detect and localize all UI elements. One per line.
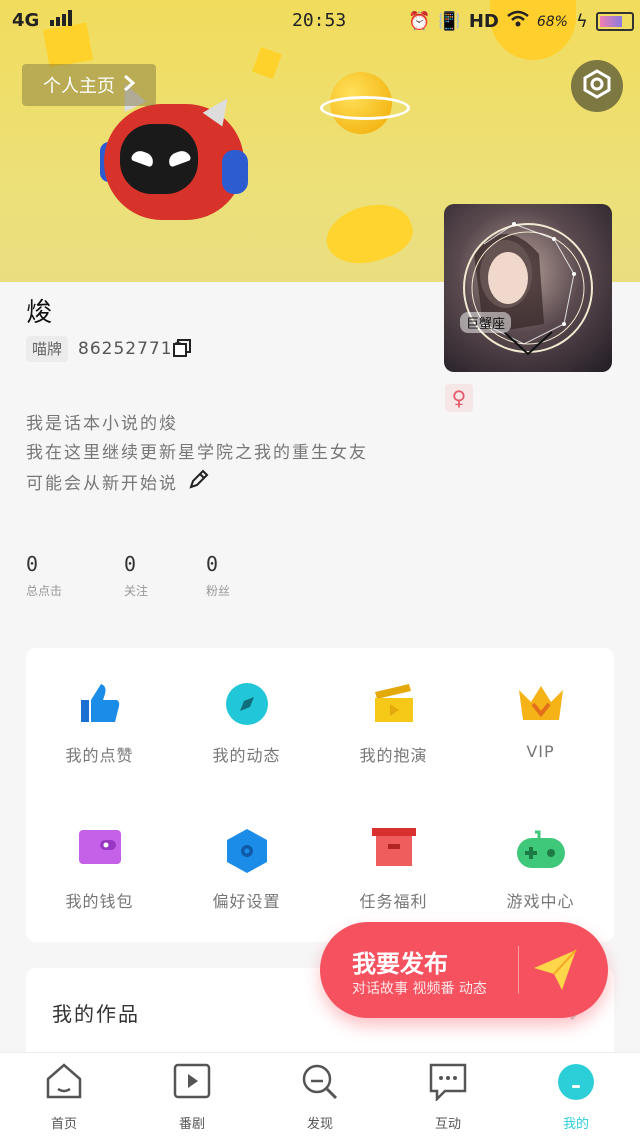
feature-grid: 我的点赞 我的动态 我的抱演 VIP 我的钱包 偏好设置 任务福利 游戏中心 bbox=[26, 648, 614, 942]
menu-game-center[interactable]: 游戏中心 bbox=[467, 794, 614, 934]
stat-value: 0 bbox=[206, 552, 219, 576]
menu-my-performances[interactable]: 我的抱演 bbox=[320, 648, 467, 788]
nav-label: 发现 bbox=[306, 1117, 333, 1132]
network-label: 4G bbox=[12, 10, 40, 31]
bio-line: 可能会从新开始说 bbox=[26, 468, 368, 500]
hexagon-gear-icon bbox=[582, 69, 612, 103]
wallet-icon bbox=[78, 828, 122, 870]
menu-label: 我的点赞 bbox=[65, 746, 134, 765]
menu-my-feed[interactable]: 我的动态 bbox=[173, 648, 320, 788]
network-indicator: 4G bbox=[12, 10, 72, 31]
crown-icon bbox=[517, 682, 565, 728]
nav-label-active: 我的 bbox=[562, 1117, 589, 1132]
paper-plane-icon bbox=[532, 948, 578, 996]
gender-badge: ♀ bbox=[445, 384, 473, 412]
menu-label: 游戏中心 bbox=[506, 892, 575, 911]
profile-dot-icon bbox=[557, 1063, 595, 1105]
hd-label: HD bbox=[468, 11, 499, 32]
gamepad-icon bbox=[515, 828, 567, 874]
vibrate-icon: 📳 bbox=[438, 11, 461, 32]
chevron-right-icon bbox=[123, 74, 136, 97]
menu-label: 偏好设置 bbox=[212, 892, 281, 911]
id-label-badge: 喵牌 bbox=[26, 336, 69, 362]
wifi-icon bbox=[507, 10, 529, 33]
clock: 20:53 bbox=[292, 10, 347, 31]
hexagon-settings-icon bbox=[225, 828, 269, 878]
status-bar: 4G 20:53 ⏰ 📳 HD 68% ϟ bbox=[0, 0, 640, 42]
stat-total-clicks[interactable]: 0 总点击 bbox=[26, 552, 86, 599]
nav-series[interactable]: 番剧 bbox=[128, 1053, 256, 1139]
copy-icon[interactable] bbox=[172, 338, 192, 358]
decor-cube bbox=[252, 47, 282, 79]
compass-icon bbox=[225, 682, 269, 730]
menu-vip[interactable]: VIP bbox=[467, 648, 614, 788]
settings-button[interactable] bbox=[571, 60, 623, 112]
menu-label: 我的动态 bbox=[212, 746, 281, 765]
user-id: 862527710 bbox=[78, 339, 185, 359]
nav-interaction[interactable]: 互动 bbox=[384, 1053, 512, 1139]
menu-label: 我的抱演 bbox=[359, 746, 428, 765]
chat-icon bbox=[429, 1063, 467, 1105]
clapperboard-icon bbox=[373, 682, 415, 728]
edit-pencil-icon[interactable] bbox=[188, 468, 210, 500]
nav-label: 首页 bbox=[50, 1117, 77, 1132]
stat-label: 总点击 bbox=[26, 584, 63, 598]
battery-percent: 68% bbox=[536, 13, 568, 30]
menu-task-rewards[interactable]: 任务福利 bbox=[320, 794, 467, 934]
menu-label: VIP bbox=[526, 742, 555, 761]
battery-icon bbox=[595, 12, 634, 31]
nav-home[interactable]: 首页 bbox=[0, 1053, 128, 1139]
search-icon bbox=[301, 1063, 339, 1105]
bottom-navigation: 首页 番剧 发现 互动 我的 bbox=[0, 1052, 640, 1139]
publish-title: 我要发布 bbox=[352, 950, 448, 978]
personal-homepage-button[interactable]: 个人主页 bbox=[22, 64, 156, 106]
publish-subtitle: 对话故事 视频番 动态 bbox=[352, 981, 487, 997]
play-box-icon bbox=[173, 1063, 211, 1103]
stat-label: 关注 bbox=[124, 584, 149, 598]
bio-line-text: 可能会从新开始说 bbox=[26, 473, 178, 494]
nav-label: 番剧 bbox=[178, 1117, 205, 1132]
gift-box-icon bbox=[371, 828, 416, 872]
decor-robot-ear bbox=[222, 150, 248, 194]
charging-icon: ϟ bbox=[575, 11, 588, 32]
stat-followers[interactable]: 0 粉丝 bbox=[206, 552, 266, 599]
alarm-icon: ⏰ bbox=[408, 11, 431, 32]
menu-label: 任务福利 bbox=[359, 892, 428, 911]
decor-planet-ring bbox=[320, 96, 410, 120]
bio[interactable]: 我是话本小说的焌 我在这里继续更新星学院之我的重生女友 可能会从新开始说 bbox=[26, 410, 368, 500]
nav-discover[interactable]: 发现 bbox=[256, 1053, 384, 1139]
homepage-label: 个人主页 bbox=[43, 76, 115, 97]
bio-line: 我是话本小说的焌 bbox=[26, 414, 178, 434]
menu-my-likes[interactable]: 我的点赞 bbox=[26, 648, 173, 788]
bio-line: 我在这里继续更新星学院之我的重生女友 bbox=[26, 443, 368, 463]
username: 焌 bbox=[26, 298, 53, 328]
stat-label: 粉丝 bbox=[206, 584, 231, 598]
my-works-title: 我的作品 bbox=[52, 1002, 140, 1026]
avatar[interactable]: 巨蟹座 bbox=[444, 204, 612, 372]
stat-following[interactable]: 0 关注 bbox=[124, 552, 184, 599]
stat-value: 0 bbox=[124, 552, 137, 576]
signal-icon bbox=[49, 10, 72, 26]
menu-preferences[interactable]: 偏好设置 bbox=[173, 794, 320, 934]
menu-my-wallet[interactable]: 我的钱包 bbox=[26, 794, 173, 934]
avatar-constellation-frame bbox=[463, 222, 593, 356]
decor-rocket bbox=[319, 192, 419, 276]
stat-value: 0 bbox=[26, 552, 39, 576]
avatar-tag: 巨蟹座 bbox=[460, 312, 512, 333]
nav-mine[interactable]: 我的 bbox=[512, 1053, 640, 1139]
status-icons: ⏰ 📳 HD 68% ϟ bbox=[408, 10, 634, 33]
menu-label: 我的钱包 bbox=[65, 892, 134, 911]
nav-label: 互动 bbox=[434, 1117, 461, 1132]
thumbs-up-icon bbox=[79, 682, 121, 728]
publish-divider bbox=[518, 946, 519, 994]
home-icon bbox=[45, 1063, 83, 1103]
